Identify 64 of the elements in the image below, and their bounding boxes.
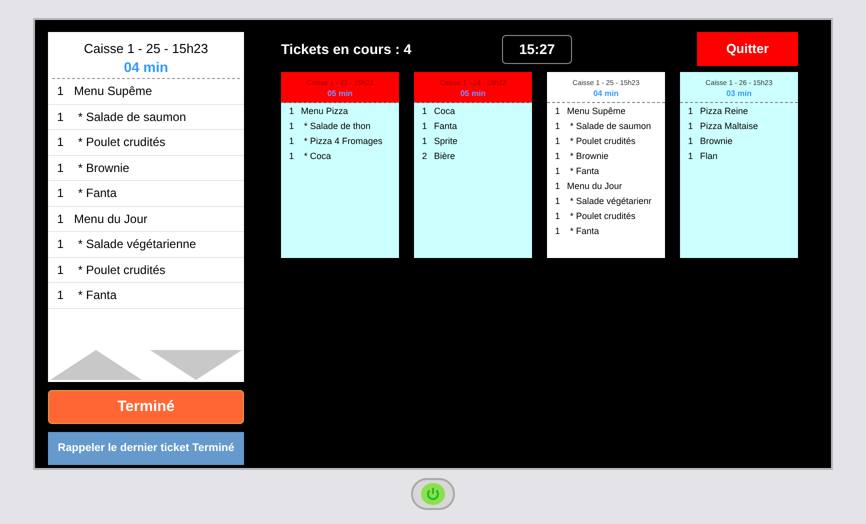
- item-name: * Brownie: [569, 150, 609, 163]
- order-line[interactable]: 1 Menu du Jour: [48, 206, 244, 232]
- order-line[interactable]: 1 * Poulet crudités: [48, 258, 244, 283]
- ticket-elapsed: 05 min: [460, 88, 486, 100]
- item-quantity: 1: [554, 134, 562, 148]
- item-quantity: 1: [554, 180, 562, 193]
- ticket-elapsed: 04 min: [593, 88, 619, 100]
- item-quantity: 1: [554, 210, 562, 223]
- item-quantity: 1: [421, 104, 428, 118]
- item-quantity: 1: [288, 120, 296, 133]
- current-ticket-elapsed: 04 min: [124, 58, 168, 76]
- item-quantity: 1: [554, 194, 562, 208]
- item-quantity: 1: [288, 104, 296, 118]
- item-name: * Fanta: [569, 224, 600, 238]
- item-quantity: 1: [554, 164, 562, 178]
- order-line[interactable]: 1 * Salade végétarienne: [48, 232, 244, 258]
- item-name: Pizza Maltaise: [700, 120, 758, 133]
- item-name: Bière: [434, 150, 456, 163]
- item-quantity: 1: [554, 150, 562, 163]
- item-name: Pizza Reine: [700, 104, 748, 118]
- item-name: * Salade végétarienr: [569, 194, 652, 208]
- item-quantity: 1: [288, 134, 296, 148]
- item-quantity: 1: [687, 150, 694, 163]
- order-line[interactable]: 1 Menu Supême: [48, 79, 244, 104]
- item-name: Menu du Jour: [567, 180, 622, 193]
- item-quantity: 1: [554, 104, 562, 118]
- order-line[interactable]: 1 * Fanta: [48, 181, 244, 206]
- item-quantity: 1: [421, 134, 428, 148]
- item-name: * Poulet crudités: [569, 210, 636, 223]
- scroll-up-icon[interactable]: [50, 350, 142, 380]
- order-line[interactable]: 1 * Salade de saumon: [48, 104, 244, 130]
- item-quantity: 2: [421, 150, 428, 163]
- item-name: * Poulet crudités: [569, 134, 636, 148]
- item-name: Sprite: [434, 134, 458, 148]
- current-ticket-title: Caisse 1 - 25 - 15h23: [84, 40, 208, 58]
- item-name: * Pizza 4 Fromages: [303, 134, 383, 148]
- order-line[interactable]: 1 * Brownie: [48, 156, 244, 181]
- item-name: Coca: [434, 104, 456, 118]
- ticket-elapsed: 05 min: [327, 88, 353, 100]
- tickets-count: Tickets en cours : 4: [281, 40, 412, 58]
- order-line[interactable]: 1 * Poulet crudités: [48, 130, 244, 156]
- item-quantity: 1: [687, 134, 694, 148]
- item-name: * Salade de saumon: [569, 120, 652, 133]
- quit-button[interactable]: Quitter: [697, 32, 798, 66]
- item-name: Brownie: [700, 134, 733, 148]
- item-name: * Salade de thon: [303, 120, 371, 133]
- item-name: Menu Supême: [567, 104, 626, 118]
- power-button[interactable]: [411, 478, 455, 510]
- item-quantity: 1: [421, 120, 428, 133]
- item-quantity: 1: [288, 150, 296, 163]
- power-icon: [421, 483, 445, 505]
- item-quantity: 1: [554, 120, 562, 133]
- scroll-down-icon[interactable]: [150, 350, 242, 380]
- item-name: * Fanta: [569, 164, 600, 178]
- item-quantity: 1: [554, 224, 562, 238]
- item-quantity: 1: [687, 104, 694, 118]
- item-name: Fanta: [434, 120, 458, 133]
- ticket-elapsed: 03 min: [726, 88, 752, 100]
- item-name: Menu Pizza: [301, 104, 348, 118]
- item-name: * Coca: [303, 150, 332, 163]
- item-quantity: 1: [687, 120, 694, 133]
- order-line[interactable]: 1 * Fanta: [48, 283, 244, 308]
- item-name: Flan: [700, 150, 718, 163]
- clock: 15:27: [502, 34, 572, 64]
